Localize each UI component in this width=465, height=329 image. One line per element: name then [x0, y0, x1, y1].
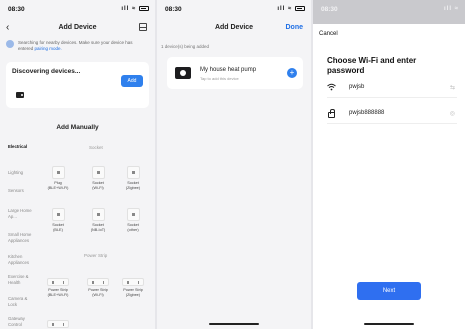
socket-icon — [126, 166, 140, 179]
tile-label: Socket (NB-IoT) — [90, 223, 106, 232]
search-hint: Searching for nearby devices. Make sure … — [6, 40, 149, 52]
status-icons: ıll ≈ — [121, 6, 149, 12]
cancel-button[interactable]: Cancel — [319, 31, 338, 37]
category-lighting[interactable]: Lighting — [8, 170, 32, 176]
tile-socket-nbiot[interactable]: Socket (NB-IoT) — [81, 208, 115, 232]
wifi-password-screen: 08:30 ıll ≈ Cancel Choose Wi-Fi and ente… — [313, 0, 465, 329]
tile-label: Socket (Zigbee) — [125, 181, 141, 190]
tile-strip-more[interactable] — [41, 320, 75, 328]
tile-label: Power Strip (Zigbee) — [123, 288, 143, 297]
tile-socket-ble[interactable]: Socket (BLE) — [41, 208, 75, 232]
category-camera[interactable]: Camera & Lock — [8, 296, 32, 307]
socket-icon — [91, 208, 105, 221]
status-bar: 08:30 ıll ≈ — [8, 6, 149, 16]
password-value[interactable]: pwjsb888888 — [349, 110, 384, 116]
status-icons: ıll ≈ — [277, 6, 305, 12]
wifi-icon — [327, 83, 336, 93]
scan-icon[interactable] — [139, 23, 147, 31]
tile-strip-zigbee[interactable]: Power Strip (Zigbee) — [116, 278, 150, 297]
tile-strip-wifi[interactable]: Power Strip (Wi-Fi) — [81, 278, 115, 297]
heat-pump-icon — [175, 67, 191, 79]
page-title: Add Device — [58, 24, 97, 31]
add-button[interactable]: Add — [121, 75, 143, 87]
adding-device-screen: 08:30 ıll ≈ Add Device Done 1 device(s) … — [157, 0, 311, 329]
power-strip-icon — [122, 278, 144, 286]
add-device-plus-icon[interactable]: + — [287, 68, 297, 78]
plug-icon — [51, 166, 65, 179]
tile-label: Plug (BLE+Wi-Fi) — [47, 181, 69, 190]
wifi-ssid-value: pwjsb — [349, 84, 365, 90]
category-large-home[interactable]: Large Home Ap... — [8, 208, 32, 219]
group-socket-title: Socket — [89, 145, 103, 150]
dimmed-background: 08:30 ıll ≈ — [313, 0, 465, 24]
wifi-title: Choose Wi-Fi and enter password — [327, 56, 417, 75]
tile-socket-zigbee[interactable]: Socket (Zigbee) — [116, 166, 150, 190]
battery-icon — [139, 6, 149, 11]
power-strip-icon — [47, 320, 69, 328]
power-strip-icon — [47, 278, 69, 286]
home-indicator — [364, 323, 414, 325]
wifi-ssid-row[interactable]: pwjsb ⇆ — [327, 78, 457, 98]
status-bar: 08:30 ıll ≈ — [321, 6, 459, 16]
done-button[interactable]: Done — [286, 24, 304, 31]
pairing-mode-link[interactable]: pairing mode. — [35, 46, 62, 51]
socket-icon — [126, 208, 140, 221]
socket-icon — [91, 166, 105, 179]
devices-being-added-text: 1 device(s) being added — [161, 44, 210, 49]
nav-bar: ‹ Add Device — [0, 22, 155, 36]
group-strip-title: Power Strip — [84, 253, 108, 258]
status-time: 08:30 — [165, 6, 182, 13]
signal-wifi-icon: ıll ≈ — [121, 6, 137, 13]
lock-icon — [328, 109, 335, 118]
device-name: My house heat pump — [200, 67, 257, 73]
signal-wifi-icon: ıll ≈ — [444, 6, 459, 12]
category-small-home[interactable]: Small Home Appliances — [8, 232, 32, 243]
tile-label: Socket (Wi-Fi) — [92, 181, 104, 190]
wifi-sheet: Cancel Choose Wi-Fi and enter password p… — [313, 24, 465, 329]
add-device-screen: 08:30 ıll ≈ ‹ Add Device Searching for n… — [0, 0, 155, 329]
category-electrical[interactable]: Electrical — [8, 144, 32, 150]
category-sensors[interactable]: Sensors — [8, 188, 32, 194]
discovered-device-icon — [16, 92, 24, 98]
status-time: 08:30 — [321, 6, 338, 13]
add-manually-title: Add Manually — [56, 124, 99, 131]
status-bar: 08:30 ıll ≈ — [165, 6, 305, 16]
wifi-icon-svg — [327, 83, 336, 91]
bluetooth-search-icon — [6, 40, 14, 48]
category-gateway[interactable]: Gateway Control — [8, 316, 32, 327]
home-indicator — [209, 323, 259, 325]
tile-label: Power Strip (Wi-Fi) — [88, 288, 108, 297]
next-button[interactable]: Next — [357, 282, 421, 300]
device-catalog: Electrical Lighting Sensors Large Home A… — [0, 138, 155, 329]
eye-icon[interactable]: ◎ — [450, 110, 455, 117]
signal-wifi-icon: ıll ≈ — [277, 6, 293, 13]
device-subtitle: Tap to add this device — [200, 76, 239, 81]
power-strip-icon — [87, 278, 109, 286]
nav-bar: Add Device Done — [157, 22, 311, 36]
discovering-title: Discovering devices... — [12, 68, 81, 75]
tile-label: Socket (BLE) — [52, 223, 64, 232]
status-time: 08:30 — [8, 6, 25, 13]
tile-plug-ble-wifi[interactable]: Plug (BLE+Wi-Fi) — [41, 166, 75, 190]
battery-icon — [295, 6, 305, 11]
switch-network-icon[interactable]: ⇆ — [450, 84, 455, 91]
tile-socket-wifi[interactable]: Socket (Wi-Fi) — [81, 166, 115, 190]
password-row[interactable]: pwjsb888888 ◎ — [327, 104, 457, 124]
tile-strip-ble-wifi[interactable]: Power Strip (BLE+Wi-Fi) — [41, 278, 75, 297]
tile-socket-other[interactable]: Socket (other) — [116, 208, 150, 232]
device-card[interactable]: My house heat pump Tap to add this devic… — [167, 57, 303, 89]
status-icons: ıll ≈ — [444, 6, 459, 12]
category-exercise[interactable]: Exercise & Health — [8, 274, 32, 285]
tile-label: Power Strip (BLE+Wi-Fi) — [47, 288, 69, 297]
tile-label: Socket (other) — [127, 223, 139, 232]
category-kitchen[interactable]: Kitchen Appliances — [8, 254, 32, 265]
socket-icon — [51, 208, 65, 221]
discovering-card: Discovering devices... Add — [6, 62, 149, 108]
